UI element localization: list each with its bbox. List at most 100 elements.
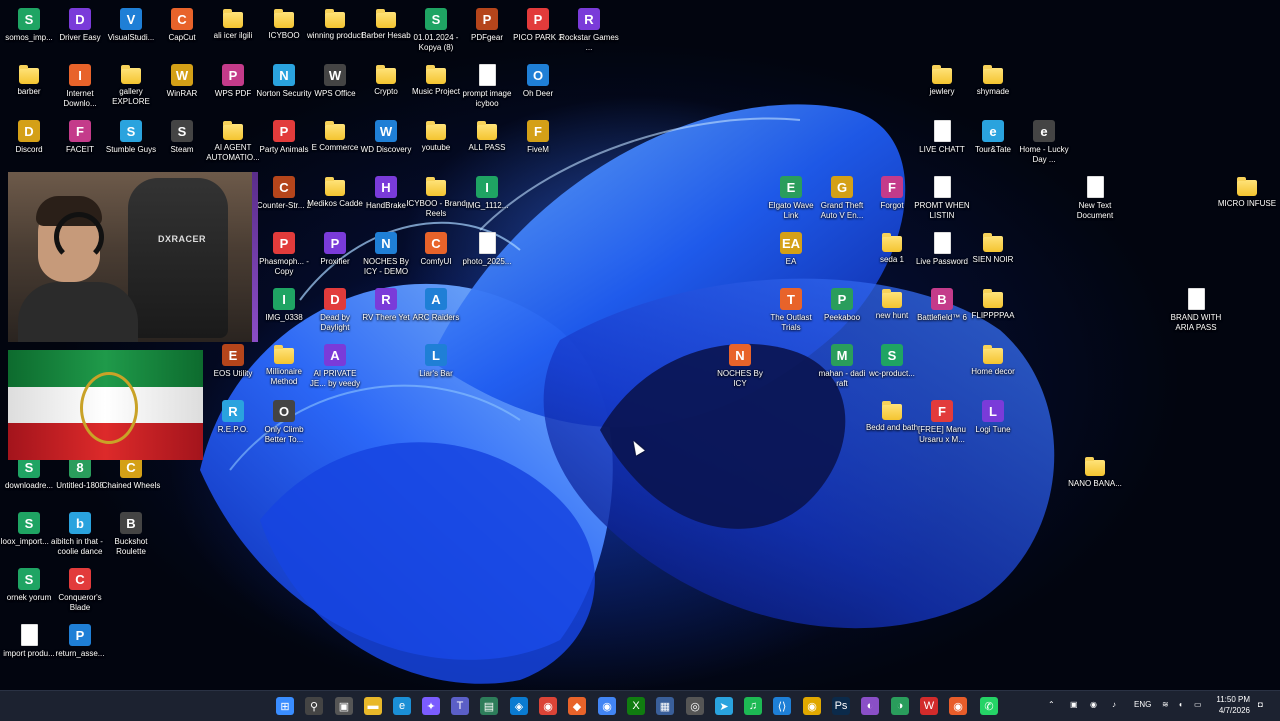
desktop-icon[interactable]: P WPS PDF [206, 64, 260, 99]
desktop-icon[interactable]: Barber Hesab [359, 8, 413, 41]
copilot-icon[interactable]: ✦ [422, 697, 440, 715]
desktop-icon[interactable]: B Buckshot Roulette [104, 512, 158, 557]
desktop-icon[interactable]: I IMG_0338 [257, 288, 311, 323]
desktop-icon[interactable]: Home decor [966, 344, 1020, 377]
edge-icon[interactable]: e [393, 697, 411, 715]
telegram-icon[interactable]: ➤ [715, 697, 733, 715]
app-icon-6[interactable]: ◑ [891, 697, 909, 715]
desktop-icon[interactable]: ALL PASS [460, 120, 514, 153]
desktop-icon[interactable]: Live Password [915, 232, 969, 267]
desktop-icon[interactable]: V VisualStudi... [104, 8, 158, 43]
desktop-icon[interactable]: E Elgato Wave Link [764, 176, 818, 221]
desktop-icon[interactable]: E Commerce [308, 120, 362, 153]
desktop-icon[interactable]: Bedd and bath [865, 400, 919, 433]
desktop-icon[interactable]: barber [2, 64, 56, 97]
whatsapp-icon[interactable]: ✆ [980, 697, 998, 715]
desktop-icon[interactable]: P Phasmoph... - Copy [257, 232, 311, 277]
desktop-icon[interactable]: LIVE CHATT [915, 120, 969, 155]
desktop-icon[interactable]: R RV There Yet [359, 288, 413, 323]
desktop-icon[interactable]: I Internet Downlo... [53, 64, 107, 109]
xbox-icon[interactable]: X [627, 697, 645, 715]
start-icon[interactable]: ⊞ [276, 697, 294, 715]
tray-app-icon-2[interactable]: ◉ [1090, 700, 1097, 709]
desktop-icon[interactable]: L Liar's Bar [409, 344, 463, 379]
desktop-icon[interactable]: NANO BANA... [1068, 456, 1122, 489]
desktop-icon[interactable]: N Norton Security [256, 64, 312, 99]
search-icon[interactable]: ⚲ [305, 697, 323, 715]
desktop-icon[interactable]: Music Project [409, 64, 463, 97]
desktop-icon[interactable]: I IMG_1112... [460, 176, 514, 211]
app-icon-5[interactable]: ◐ [861, 697, 879, 715]
desktop-icon[interactable]: shymade [966, 64, 1020, 97]
desktop-icon[interactable]: D Dead by Daylight [308, 288, 362, 333]
desktop-icon[interactable]: D Discord [2, 120, 56, 155]
desktop-icon[interactable]: W WPS Office [308, 64, 362, 99]
desktop-icon[interactable]: G Grand Theft Auto V En... [815, 176, 869, 221]
desktop-icon[interactable]: photo_2025... [460, 232, 514, 267]
volume-icon[interactable]: ◖ [1178, 700, 1183, 709]
desktop-icon[interactable]: AI AGENT AUTOMATIO... [206, 120, 260, 163]
desktop-icon[interactable]: D Driver Easy [53, 8, 107, 43]
chrome-icon-4[interactable]: ◉ [949, 697, 967, 715]
desktop-icon[interactable]: import produ... [2, 624, 56, 659]
app-icon-4[interactable]: ▦ [656, 697, 674, 715]
desktop-icon[interactable]: P PDFgear [460, 8, 514, 43]
desktop-icon[interactable]: jewlery [915, 64, 969, 97]
desktop-icon[interactable]: FLIPPPPAA [966, 288, 1020, 321]
desktop-icon[interactable]: L Logi Tune [966, 400, 1020, 435]
file-explorer-icon[interactable]: ▬ [364, 697, 382, 715]
desktop-icon[interactable]: H HandBrake [359, 176, 413, 211]
desktop-icon[interactable]: C ComfyUI [409, 232, 463, 267]
desktop-icon[interactable]: Sornek yorum [2, 568, 56, 603]
desktop-icon[interactable]: new hunt [865, 288, 919, 321]
desktop-icon[interactable]: gallery EXPLORE [104, 64, 158, 107]
desktop-icon[interactable]: F [FREE] Manu Ursaru x M... [915, 400, 969, 445]
desktop-icon[interactable]: N NOCHES By ICY [713, 344, 767, 389]
desktop-icon[interactable]: P Party Animals [257, 120, 311, 155]
desktop-icon[interactable]: P PICO PARK 2 [511, 8, 565, 43]
desktop-icon[interactable]: T The Outlast Trials [764, 288, 818, 333]
desktop-icon[interactable]: O Only Climb Better To... [257, 400, 311, 445]
photoshop-icon[interactable]: Ps [832, 697, 850, 715]
desktop-icon[interactable]: seda 1 [865, 232, 919, 265]
chrome-icon-2[interactable]: ◉ [598, 697, 616, 715]
desktop-icon[interactable]: C Conqueror's Blade [53, 568, 107, 613]
desktop-icon[interactable]: Sdownloadre... [2, 456, 56, 491]
desktop-icon[interactable]: PROMT WHEN LISTIN [914, 176, 970, 221]
chrome-icon-3[interactable]: ◉ [803, 697, 821, 715]
desktop-icon[interactable]: prompt image icyboo [460, 64, 514, 109]
tray-app-icon-1[interactable]: ▣ [1070, 700, 1078, 709]
desktop-icon[interactable]: F Forgot [865, 176, 919, 211]
desktop-icon[interactable]: A AI PRIVATE JE... by veedy o... [308, 344, 362, 391]
desktop-icon[interactable]: youtube [409, 120, 463, 153]
desktop-icon[interactable]: Crypto [359, 64, 413, 97]
task-view-icon[interactable]: ▣ [335, 697, 353, 715]
vscode-icon[interactable]: ⟨⟩ [773, 697, 791, 715]
desktop-icon[interactable]: New Text Document [1068, 176, 1122, 221]
desktop-icon[interactable]: C CapCut [155, 8, 209, 43]
desktop-icon[interactable]: winning product [307, 8, 363, 41]
system-clock[interactable]: 11:50 PM 4/7/2026 [1216, 694, 1250, 716]
desktop-icon[interactable]: e Home - Lucky Day ... [1017, 120, 1071, 165]
desktop-icon[interactable]: Millionaire Method [257, 344, 311, 387]
desktop-icon[interactable]: P Peekaboo [815, 288, 869, 323]
desktop-icon[interactable]: Ssomos_imp... [2, 8, 56, 43]
desktop-icon[interactable]: R R.E.P.O. [206, 400, 260, 435]
battery-icon[interactable]: ▭ [1194, 700, 1202, 709]
wps-icon[interactable]: W [920, 697, 938, 715]
desktop-icon[interactable]: ali icer ilgili [206, 8, 260, 41]
desktop-icon[interactable]: W WD Discovery [359, 120, 413, 155]
desktop-icon[interactable]: E EOS Utility [206, 344, 260, 379]
desktop-icon[interactable]: B Battlefield™ 6 [915, 288, 969, 323]
desktop-icon[interactable]: N NOCHES By ICY - DEMO [359, 232, 413, 277]
desktop-icon[interactable]: b bitch in that - coolie dance [53, 512, 107, 557]
desktop-icon[interactable]: Preturn_asse... [53, 624, 107, 659]
notification-bell-icon[interactable]: ◘ [1258, 700, 1263, 709]
desktop-icon[interactable]: BRAND WITH ARIA PASS [1169, 288, 1223, 333]
desktop-icon[interactable]: C Counter-Str... 2 [257, 176, 311, 211]
desktop-icon[interactable]: A ARC Raiders [409, 288, 463, 323]
desktop-icon[interactable]: F FiveM [511, 120, 565, 155]
chatgpt-icon[interactable]: ◎ [686, 697, 704, 715]
desktop-icon[interactable]: S Steam [155, 120, 209, 155]
tray-overflow-chevron-icon[interactable]: ⌃ [1048, 700, 1055, 709]
